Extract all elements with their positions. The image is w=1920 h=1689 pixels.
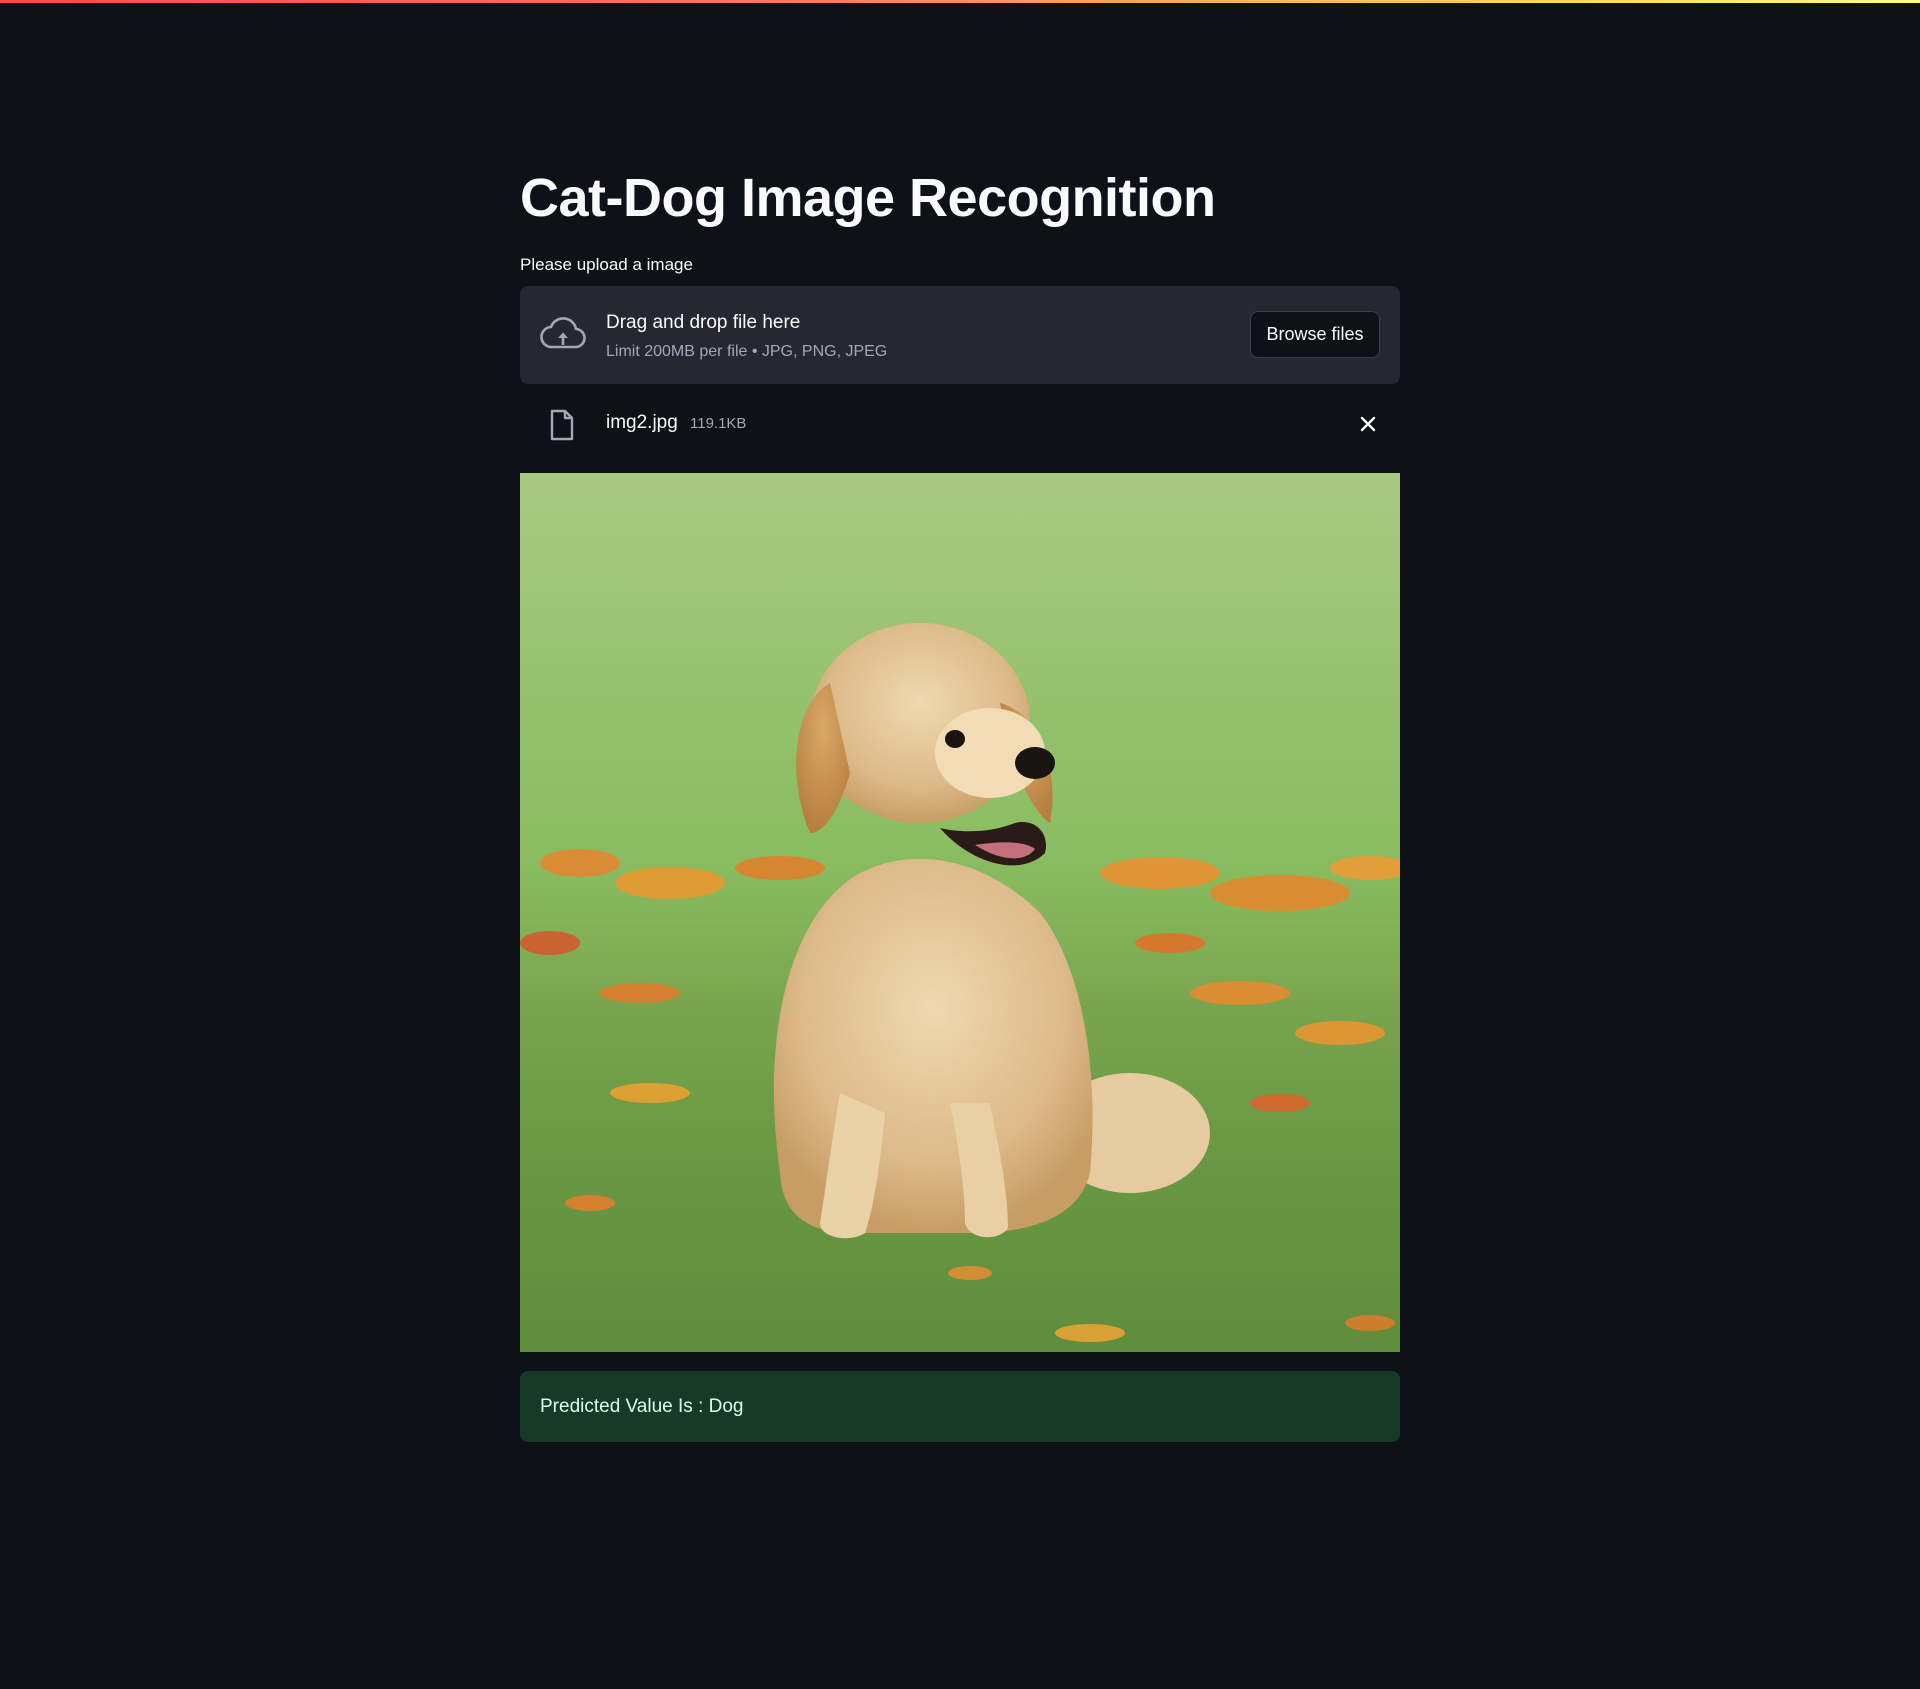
file-dropzone[interactable]: Drag and drop file here Limit 200MB per … — [520, 286, 1400, 384]
uploaded-file-name: img2.jpg — [606, 412, 678, 433]
file-icon — [550, 409, 574, 441]
uploaded-file-row: img2.jpg 119.1KB — [520, 400, 1400, 448]
dropzone-instructions: Drag and drop file here — [606, 312, 801, 333]
uploaded-file-size: 119.1KB — [690, 415, 747, 432]
cloud-upload-icon — [540, 317, 586, 349]
browse-files-button[interactable]: Browse files — [1250, 311, 1380, 358]
prediction-result-text: Predicted Value Is : Dog — [540, 1395, 744, 1417]
prediction-result-alert: Predicted Value Is : Dog — [520, 1371, 1400, 1442]
uploaded-image-preview — [520, 473, 1400, 1352]
close-icon[interactable] — [1358, 414, 1378, 434]
uploader-label: Please upload a image — [520, 255, 693, 274]
dropzone-limits: Limit 200MB per file • JPG, PNG, JPEG — [606, 343, 888, 360]
top-decoration-bar — [0, 0, 1920, 3]
puppy-photo — [520, 623, 1400, 1342]
page-title: Cat-Dog Image Recognition — [520, 168, 1216, 228]
